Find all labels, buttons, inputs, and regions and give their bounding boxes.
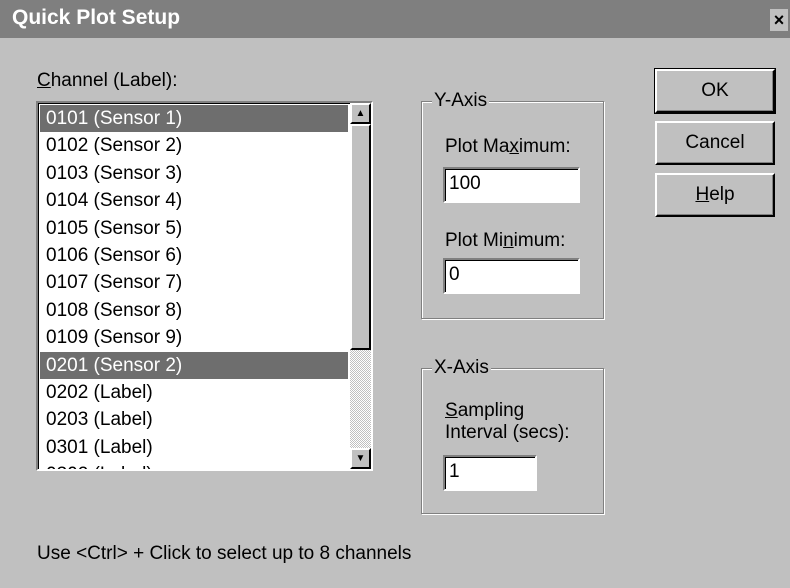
channel-list-items: 0101 (Sensor 1) 0102 (Sensor 2) 0103 (Sens…	[40, 105, 348, 469]
scroll-up-icon[interactable]: ▲	[350, 103, 371, 124]
list-item[interactable]: 0202 (Label)	[40, 379, 348, 406]
list-item[interactable]: 0302 (Label)	[40, 461, 348, 469]
vertical-scrollbar[interactable]: ▲ ▼	[350, 103, 371, 469]
close-icon[interactable]: ×	[770, 9, 788, 31]
plot-maximum-input[interactable]: 100	[443, 167, 580, 203]
plot-minimum-label: Plot Minimum:	[445, 230, 566, 251]
list-item[interactable]: 0203 (Label)	[40, 406, 348, 433]
sampling-interval-label-line2: Interval (secs):	[445, 422, 570, 443]
list-item[interactable]: 0106 (Sensor 6)	[40, 242, 348, 269]
y-axis-group-title: Y-Axis	[432, 90, 490, 112]
list-item[interactable]: 0105 (Sensor 5)	[40, 215, 348, 242]
scroll-down-icon[interactable]: ▼	[350, 448, 371, 469]
plot-maximum-label: Plot Maximum:	[445, 136, 571, 157]
scroll-thumb[interactable]	[350, 124, 371, 350]
window-title: Quick Plot Setup	[12, 6, 181, 29]
list-item[interactable]: 0101 (Sensor 1)	[40, 105, 348, 133]
help-button[interactable]: Help	[655, 173, 775, 217]
cancel-button[interactable]: Cancel	[655, 121, 775, 165]
list-item[interactable]: 0108 (Sensor 8)	[40, 297, 348, 324]
ok-button[interactable]: OK	[654, 68, 776, 114]
sampling-interval-input[interactable]: 1	[443, 455, 537, 491]
x-axis-group-title: X-Axis	[432, 357, 491, 379]
channel-listbox[interactable]: 0101 (Sensor 1) 0102 (Sensor 2) 0103 (Sens…	[36, 101, 373, 471]
plot-minimum-input[interactable]: 0	[443, 258, 580, 294]
title-bar: Quick Plot Setup ×	[0, 0, 790, 38]
list-item[interactable]: 0103 (Sensor 3)	[40, 160, 348, 187]
list-item[interactable]: 0104 (Sensor 4)	[40, 187, 348, 214]
selection-hint: Use <Ctrl> + Click to select up to 8 cha…	[37, 543, 412, 564]
channel-list-label: Channel (Label):	[37, 70, 178, 91]
list-item[interactable]: 0109 (Sensor 9)	[40, 324, 348, 351]
list-item[interactable]: 0301 (Label)	[40, 434, 348, 461]
list-item[interactable]: 0102 (Sensor 2)	[40, 132, 348, 159]
list-item[interactable]: 0201 (Sensor 2)	[40, 351, 348, 379]
list-item[interactable]: 0107 (Sensor 7)	[40, 269, 348, 296]
sampling-interval-label-line1: Sampling	[445, 400, 525, 421]
